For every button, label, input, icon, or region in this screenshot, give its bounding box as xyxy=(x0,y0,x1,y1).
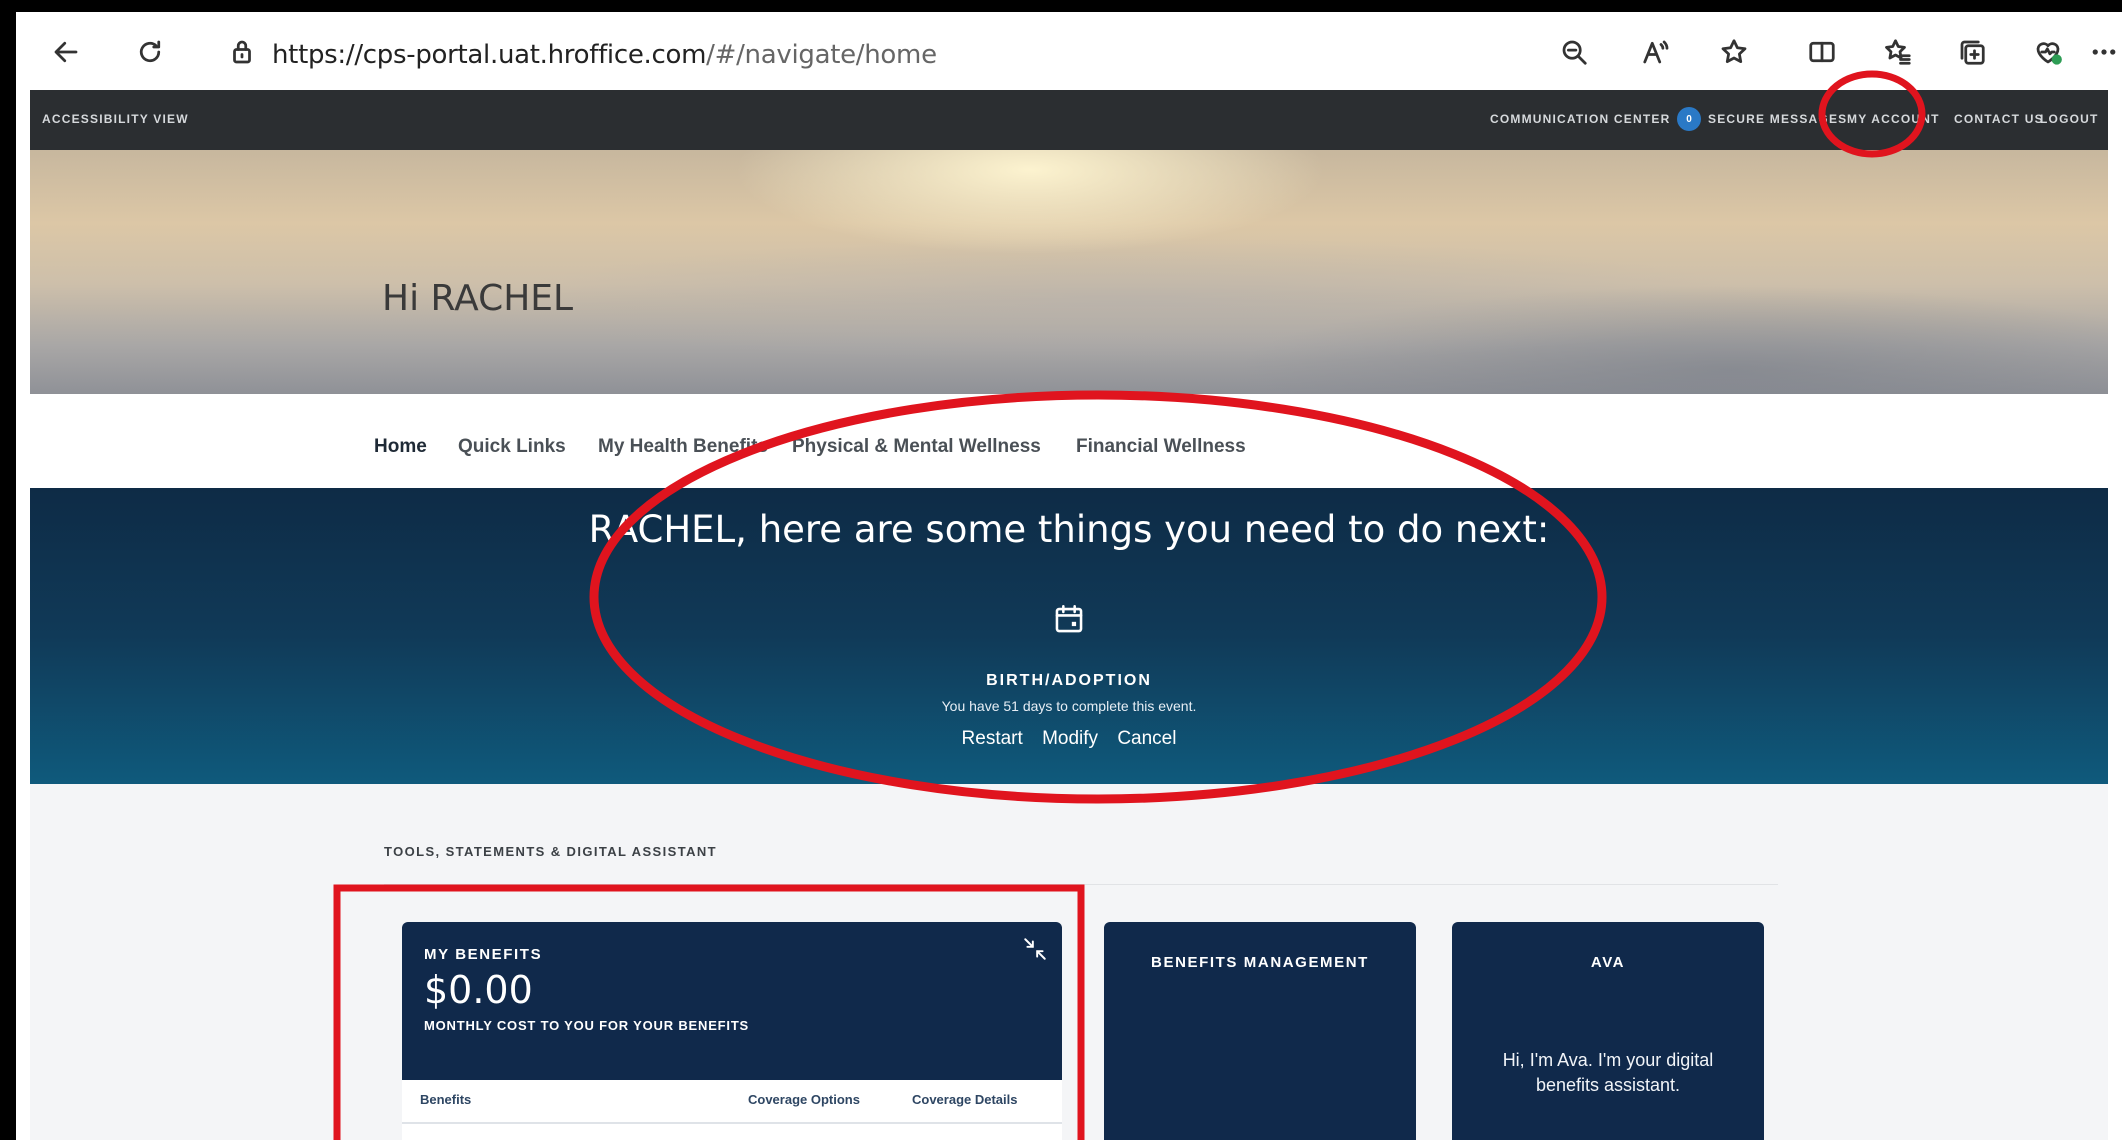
nav-tab-home[interactable]: Home xyxy=(374,436,427,458)
section-divider xyxy=(384,884,1778,885)
secure-messages-count-badge: 0 xyxy=(1677,107,1701,131)
monthly-cost-label: MONTHLY COST TO YOU FOR YOUR BENEFITS xyxy=(424,1018,750,1033)
address-bar-url[interactable]: https://cps-portal.uat.hroffice.com/#/na… xyxy=(272,40,937,70)
browser-toolbar: https://cps-portal.uat.hroffice.com/#/na… xyxy=(16,12,2122,90)
my-benefits-title: MY BENEFITS xyxy=(424,946,543,963)
life-event-actions: Restart Modify Cancel xyxy=(30,728,2108,750)
ava-assistant-card[interactable]: AVA Hi, I'm Ava. I'm your digital benefi… xyxy=(1452,922,1764,1140)
collapse-icon[interactable] xyxy=(1022,936,1048,962)
column-header-coverage-options[interactable]: Coverage Options xyxy=(748,1092,860,1107)
next-steps-title: RACHEL, here are some things you need to… xyxy=(588,508,1550,551)
greeting-heading: Hi RACHEL xyxy=(382,278,574,319)
next-steps-banner: RACHEL, here are some things you need to… xyxy=(30,488,2108,784)
nav-tab-my-health-benefits[interactable]: My Health Benefits xyxy=(598,436,768,458)
read-aloud-icon[interactable] xyxy=(1636,32,1676,72)
tools-section: TOOLS, STATEMENTS & DIGITAL ASSISTANT MY… xyxy=(30,784,2108,1140)
life-event-deadline: You have 51 days to complete this event. xyxy=(941,698,1197,714)
hero-banner: Hi RACHEL xyxy=(30,150,2108,394)
logout-link[interactable]: LOGOUT xyxy=(2040,112,2099,126)
nav-tab-quick-links[interactable]: Quick Links xyxy=(458,436,566,458)
utility-bar: ACCESSIBILITY VIEW COMMUNICATION CENTER … xyxy=(30,90,2108,150)
column-header-coverage-details[interactable]: Coverage Details xyxy=(912,1092,1018,1107)
calendar-icon xyxy=(1055,604,1083,633)
zoom-out-icon[interactable] xyxy=(1554,32,1594,72)
nav-tab-physical-mental-wellness[interactable]: Physical & Mental Wellness xyxy=(792,436,1041,458)
ava-intro-text: Hi, I'm Ava. I'm your digital benefits a… xyxy=(1502,1050,1714,1095)
accessibility-view-link[interactable]: ACCESSIBILITY VIEW xyxy=(42,112,189,126)
nav-tab-financial-wellness[interactable]: Financial Wellness xyxy=(1076,436,1246,458)
communication-center-link[interactable]: COMMUNICATION CENTER xyxy=(1490,112,1670,126)
back-icon[interactable] xyxy=(46,32,86,72)
tools-section-title: TOOLS, STATEMENTS & DIGITAL ASSISTANT xyxy=(384,844,717,859)
lock-icon[interactable] xyxy=(222,32,262,72)
collections-icon[interactable] xyxy=(1952,32,1992,72)
cancel-link[interactable]: Cancel xyxy=(1117,728,1176,749)
life-event-name: BIRTH/ADOPTION xyxy=(986,672,1152,689)
screenshot-frame: https://cps-portal.uat.hroffice.com/#/na… xyxy=(16,12,2122,1140)
refresh-icon[interactable] xyxy=(130,32,170,72)
benefits-management-card[interactable]: BENEFITS MANAGEMENT xyxy=(1104,922,1416,1140)
split-screen-icon[interactable] xyxy=(1802,32,1842,72)
modify-link[interactable]: Modify xyxy=(1042,728,1098,749)
url-path: /#/navigate/home xyxy=(706,40,937,70)
benefits-table: Benefits Coverage Options Coverage Detai… xyxy=(402,1080,1062,1140)
favorites-icon[interactable] xyxy=(1878,32,1918,72)
my-benefits-card[interactable]: MY BENEFITS $0.00 MONTHLY COST TO YOU FO… xyxy=(402,922,1062,1140)
url-host: https://cps-portal.uat.hroffice.com xyxy=(272,40,707,70)
favorite-star-icon[interactable] xyxy=(1714,32,1754,72)
restart-link[interactable]: Restart xyxy=(962,728,1023,749)
benefits-management-title: BENEFITS MANAGEMENT xyxy=(1151,954,1369,971)
secure-messages-link[interactable]: SECURE MESSAGES xyxy=(1708,112,1847,126)
table-header-divider xyxy=(402,1122,1062,1124)
monthly-cost-amount: $0.00 xyxy=(424,968,533,1012)
browser-essentials-icon[interactable] xyxy=(2028,32,2068,72)
more-icon[interactable] xyxy=(2086,32,2122,72)
column-header-benefits[interactable]: Benefits xyxy=(420,1092,471,1107)
contact-us-link[interactable]: CONTACT US xyxy=(1954,112,2044,126)
my-account-link[interactable]: MY ACCOUNT xyxy=(1847,112,1940,126)
ava-title: AVA xyxy=(1590,954,1626,971)
main-navigation: Home Quick Links My Health Benefits Phys… xyxy=(30,394,2108,488)
